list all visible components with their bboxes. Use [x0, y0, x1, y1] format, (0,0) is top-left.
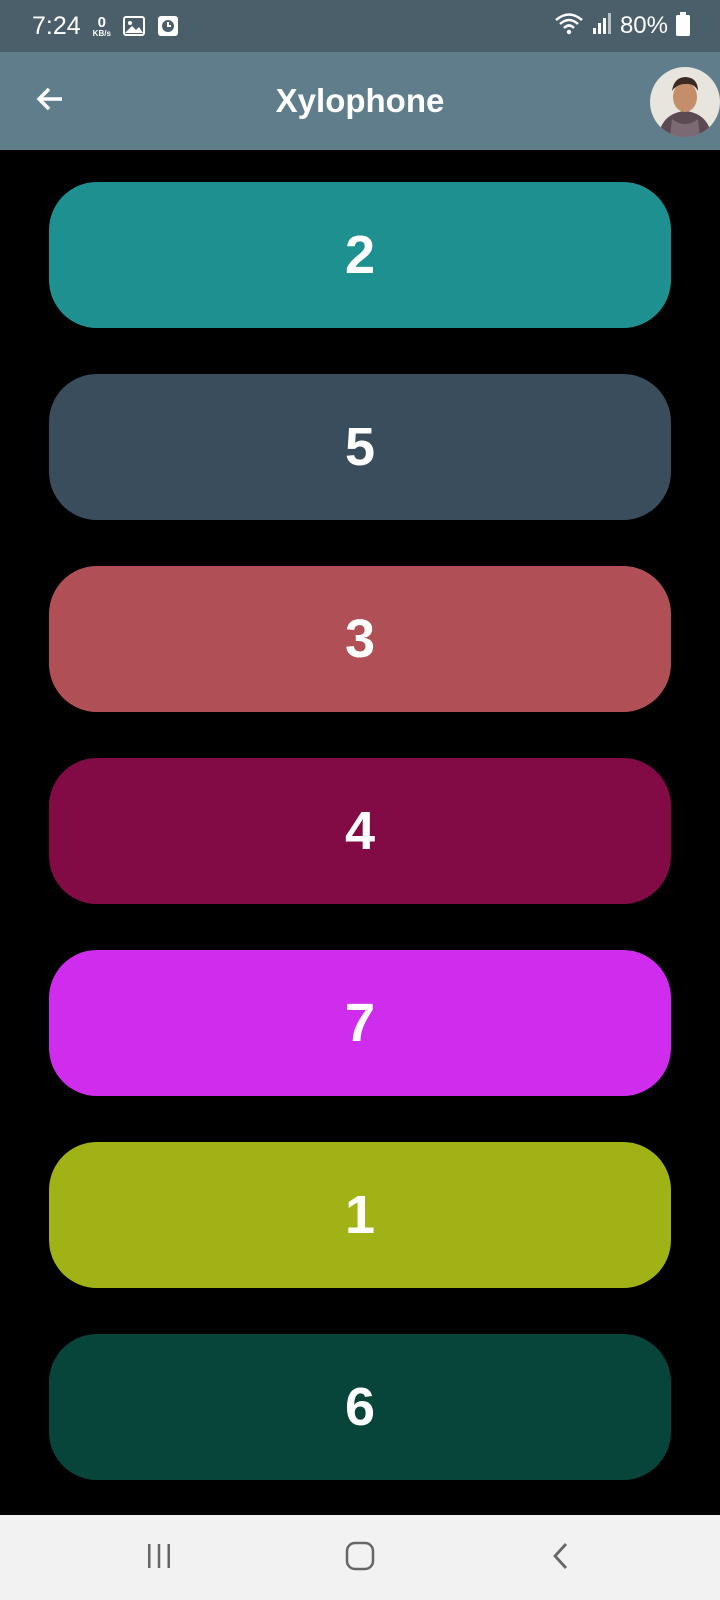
system-nav-bar [0, 1515, 720, 1600]
app-bar: Xylophone [0, 52, 720, 150]
xylophone-key-6[interactable]: 6 [49, 1334, 671, 1480]
xylophone-key-7[interactable]: 7 [49, 950, 671, 1096]
xylophone-key-1[interactable]: 1 [49, 1142, 671, 1288]
clock-app-icon [157, 16, 179, 36]
battery-icon [676, 11, 690, 41]
xylophone-key-2[interactable]: 2 [49, 182, 671, 328]
recent-apps-icon [144, 1541, 174, 1576]
arrow-left-icon [34, 83, 66, 120]
home-icon [344, 1540, 376, 1577]
image-icon [122, 16, 145, 36]
network-speed: 0 KB/s [93, 15, 111, 38]
wifi-icon [554, 12, 584, 41]
xylophone-key-4[interactable]: 4 [49, 758, 671, 904]
back-icon [550, 1540, 574, 1577]
status-bar: 7:24 0 KB/s 80% [0, 0, 720, 52]
status-right: 80% [554, 11, 690, 41]
xylophone-key-5[interactable]: 5 [49, 374, 671, 520]
signal-icon [592, 12, 612, 41]
recent-apps-button[interactable] [129, 1533, 189, 1583]
xylophone-key-3[interactable]: 3 [49, 566, 671, 712]
back-button[interactable] [30, 81, 70, 121]
avatar[interactable] [650, 67, 720, 137]
network-speed-value: 0 [97, 13, 106, 31]
battery-percent: 80% [619, 12, 668, 39]
xylophone-keys: 2 5 3 4 7 1 6 [49, 182, 671, 1480]
home-button[interactable] [330, 1533, 390, 1583]
nav-back-button[interactable] [532, 1533, 592, 1583]
page-title: Xylophone [275, 82, 445, 119]
status-left: 7:24 0 KB/s [32, 12, 179, 41]
status-time: 7:24 [32, 11, 81, 40]
network-speed-unit: KB/s [92, 28, 111, 38]
